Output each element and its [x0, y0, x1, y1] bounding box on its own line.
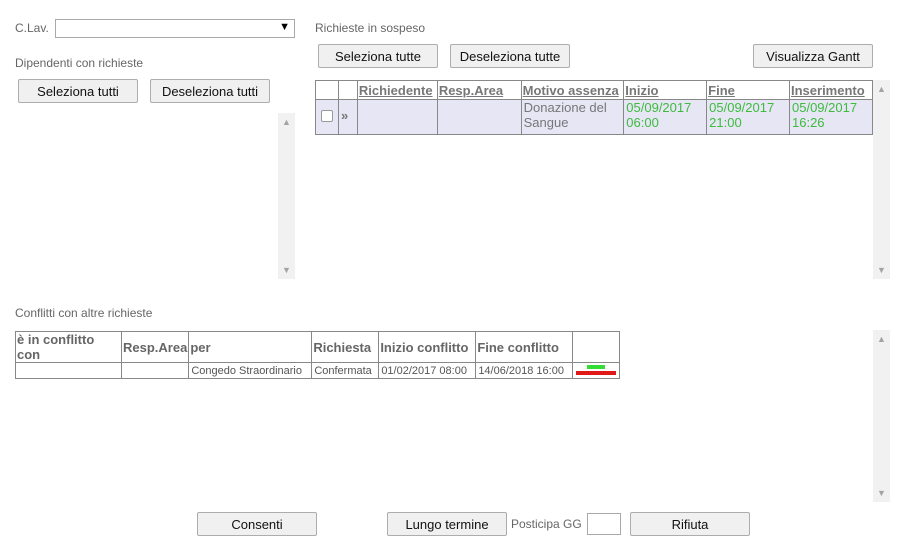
- clav-label: C.Lav.: [15, 21, 49, 35]
- header-fine[interactable]: Fine: [706, 80, 790, 100]
- cell-inserimento: 05/09/2017 16:26: [789, 99, 873, 135]
- header-richiedente[interactable]: Richiedente: [356, 80, 438, 100]
- request-period-bar: [587, 365, 606, 369]
- header-per: per: [188, 331, 313, 363]
- requests-table: Richiedente Resp.Area Motivo assenza Ini…: [315, 80, 873, 135]
- header-inizio-conflitto: Inizio conflitto: [378, 331, 477, 363]
- table-row[interactable]: » Donazione del Sangue 05/09/2017 06:00 …: [315, 99, 873, 135]
- header-resp-area: Resp.Area: [120, 331, 190, 363]
- consenti-button[interactable]: Consenti: [197, 512, 317, 536]
- conflicts-scrollbar[interactable]: ▲ ▼: [873, 330, 890, 502]
- table-row[interactable]: Congedo Straordinario Confermata 01/02/2…: [15, 362, 621, 379]
- cell-fine-conflitto: 14/06/2018 16:00: [475, 362, 574, 379]
- gantt-button[interactable]: Visualizza Gantt: [753, 44, 873, 68]
- cell-richiedente: [356, 99, 438, 135]
- scroll-up-icon[interactable]: ▲: [873, 332, 890, 346]
- header-motivo[interactable]: Motivo assenza: [520, 80, 625, 100]
- header-checkbox-col: [315, 80, 339, 100]
- cell-inizio: 05/09/2017 06:00: [623, 99, 708, 135]
- requests-header-row: Richiedente Resp.Area Motivo assenza Ini…: [315, 80, 873, 100]
- deselect-all-requests-button[interactable]: Deseleziona tutte: [450, 44, 570, 68]
- cell-gantt-bar: [572, 362, 621, 379]
- header-inizio[interactable]: Inizio: [623, 80, 708, 100]
- scroll-up-icon[interactable]: ▲: [873, 82, 890, 96]
- employees-scrollbar[interactable]: ▲ ▼: [278, 113, 295, 279]
- cell-inizio-conflitto: 01/02/2017 08:00: [378, 362, 477, 379]
- cell-richiesta: Confermata: [311, 362, 380, 379]
- row-checkbox[interactable]: [320, 110, 333, 122]
- dropdown-arrow-icon: ▼: [279, 21, 290, 33]
- scroll-up-icon[interactable]: ▲: [278, 115, 295, 129]
- cell-motivo: Donazione del Sangue: [520, 99, 625, 135]
- cell-resp-area: [120, 362, 190, 379]
- header-conflitto-con: è in conflitto con: [15, 331, 122, 363]
- conflicts-table: è in conflitto con Resp.Area per Richies…: [15, 331, 621, 379]
- header-inserimento[interactable]: Inserimento: [789, 80, 873, 100]
- clav-select[interactable]: ▼: [55, 19, 295, 38]
- conflicts-header-row: è in conflitto con Resp.Area per Richies…: [15, 331, 621, 363]
- cell-resp-area: [436, 99, 522, 135]
- rifiuta-button[interactable]: Rifiuta: [630, 512, 750, 536]
- cell-per: Congedo Straordinario: [188, 362, 313, 379]
- header-expand-col: [337, 80, 358, 100]
- cell-conflitto-con: [15, 362, 122, 379]
- scroll-down-icon[interactable]: ▼: [873, 486, 890, 500]
- deselect-all-employees-button[interactable]: Deseleziona tutti: [150, 79, 270, 103]
- row-expand-cell[interactable]: »: [337, 99, 358, 135]
- cell-fine: 05/09/2017 21:00: [706, 99, 790, 135]
- posticipa-label: Posticipa GG: [511, 517, 582, 531]
- employees-title: Dipendenti con richieste: [15, 56, 144, 70]
- requests-title: Richieste in sospeso: [315, 21, 426, 35]
- conflicts-title: Conflitti con altre richieste: [15, 306, 153, 320]
- conflict-period-bar: [576, 371, 617, 375]
- select-all-requests-button[interactable]: Seleziona tutte: [318, 44, 438, 68]
- double-chevron-right-icon[interactable]: »: [341, 108, 355, 123]
- header-fine-conflitto: Fine conflitto: [475, 331, 574, 363]
- posticipa-gg-input[interactable]: [587, 513, 621, 535]
- scroll-down-icon[interactable]: ▼: [278, 263, 295, 277]
- select-all-employees-button[interactable]: Seleziona tutti: [18, 79, 138, 103]
- requests-scrollbar[interactable]: ▲ ▼: [873, 80, 890, 279]
- employees-list[interactable]: [15, 113, 277, 279]
- row-checkbox-cell[interactable]: [315, 99, 339, 135]
- header-richiesta: Richiesta: [311, 331, 380, 363]
- lungo-termine-button[interactable]: Lungo termine: [387, 512, 507, 536]
- scroll-down-icon[interactable]: ▼: [873, 263, 890, 277]
- header-gantt-bar: [572, 331, 621, 363]
- header-resp-area[interactable]: Resp.Area: [436, 80, 522, 100]
